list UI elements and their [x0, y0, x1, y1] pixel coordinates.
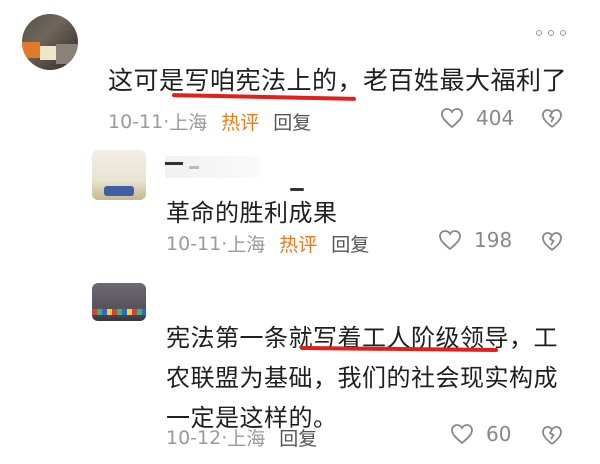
hot-badge: 热评 [221, 112, 260, 134]
reply-button[interactable]: 回复 [279, 424, 317, 451]
dislike-icon[interactable] [541, 229, 563, 253]
reply-button[interactable]: 回复 [331, 230, 369, 257]
reply-text: 革命的胜利成果 [166, 199, 338, 227]
heart-icon [439, 230, 461, 251]
like-count: 404 [476, 106, 515, 130]
like-count: 198 [474, 228, 513, 252]
dislike-icon[interactable] [541, 423, 563, 447]
reply-button[interactable]: 回复 [273, 108, 311, 135]
hot-badge: 热评 [279, 234, 318, 256]
like-button[interactable]: 198 [438, 228, 512, 252]
comment-text: 这可是写咱宪法上的，老百姓最大福利了 [108, 66, 568, 95]
like-button[interactable]: 404 [440, 106, 514, 130]
heart-icon [451, 424, 473, 445]
dislike-icon[interactable] [541, 106, 563, 130]
like-count: 60 [486, 422, 512, 446]
reply-avatar[interactable] [92, 150, 146, 200]
reply-location: 上海 [227, 428, 266, 450]
like-button[interactable]: 60 [450, 422, 511, 446]
comment-location: 上海 [169, 112, 208, 134]
comment-date: 10-11 [108, 110, 164, 133]
reply-meta: 10-12 · 上海 回复 [166, 424, 317, 451]
reply-location: 上海 [227, 234, 266, 256]
reply-date: 10-11 [166, 232, 222, 255]
reply-date: 10-12 [166, 426, 222, 449]
reply-text: 宪法第一条就写着工人阶级领导，工农联盟为基础，我们的社会现实构成一定是这样的。 [166, 324, 558, 432]
reply-avatar[interactable] [92, 283, 146, 321]
comment-meta: 10-11 · 上海 热评 回复 [108, 108, 311, 135]
blur-mark [290, 188, 304, 191]
avatar[interactable] [22, 14, 78, 70]
more-icon[interactable] [536, 30, 570, 42]
heart-icon [441, 108, 463, 129]
reply-meta: 10-11 · 上海 热评 回复 [166, 230, 369, 257]
blurred-username [165, 156, 260, 178]
